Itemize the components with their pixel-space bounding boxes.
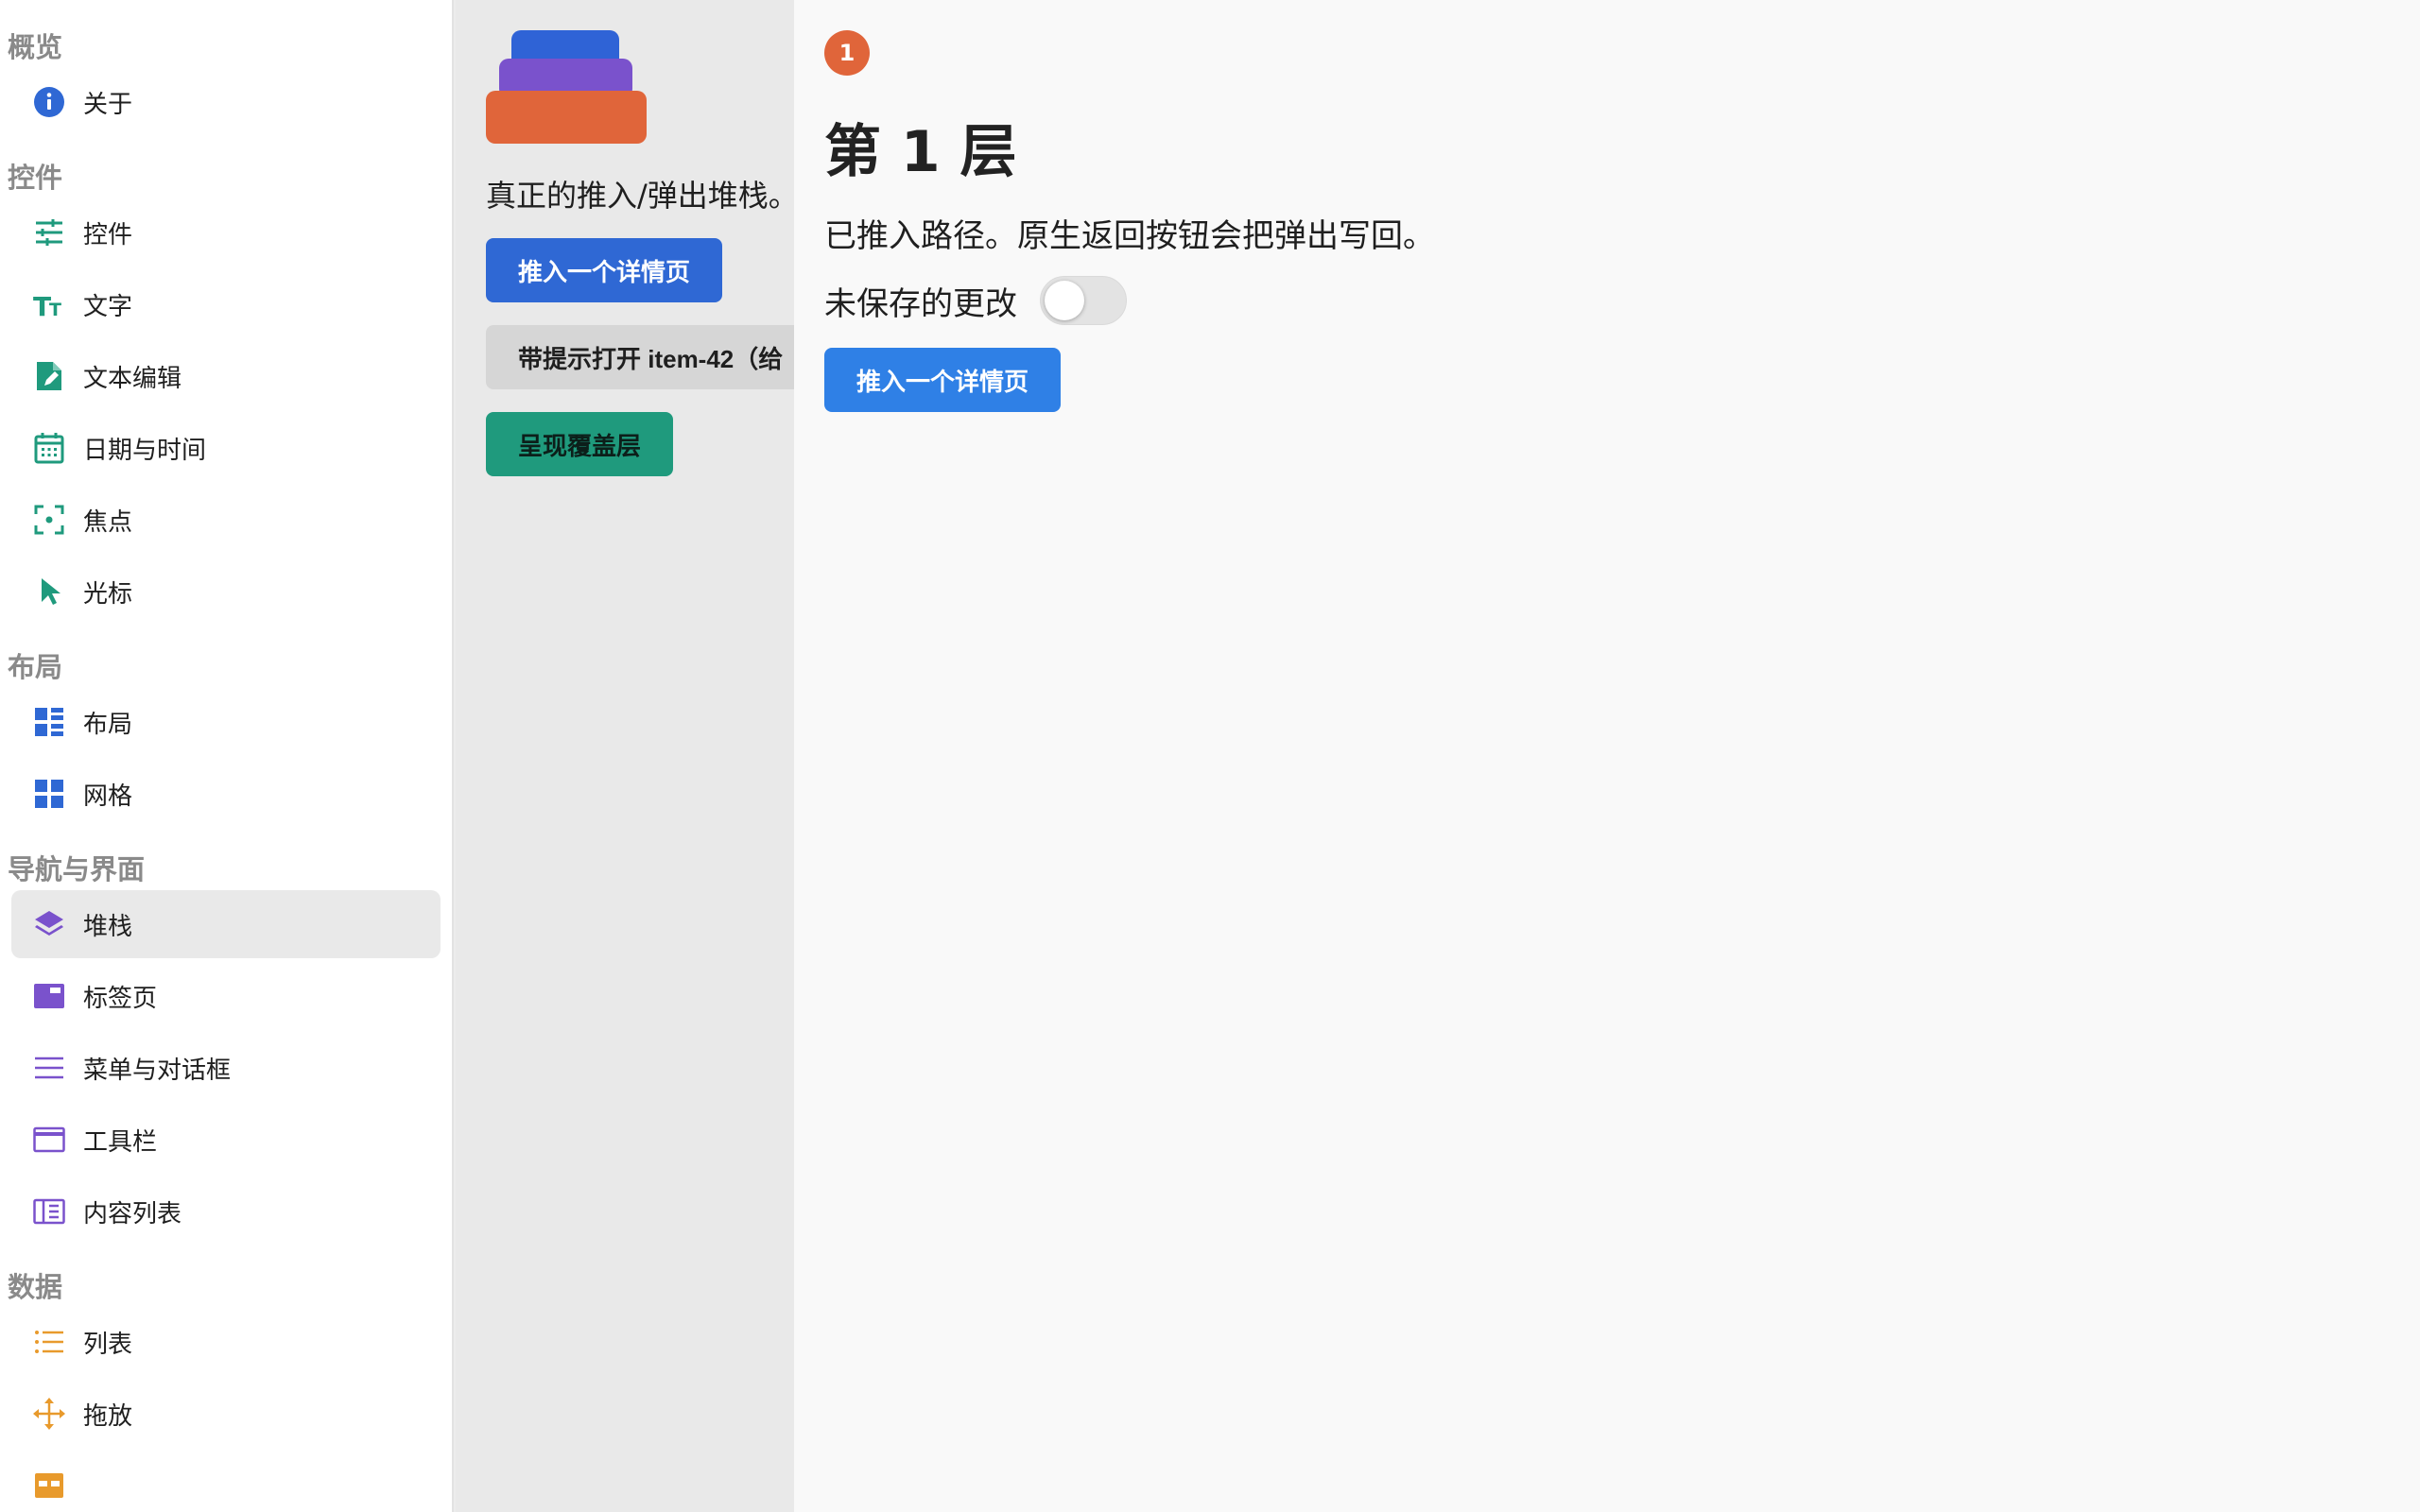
sidebar-item-label: 关于 <box>83 90 133 119</box>
svg-text:T: T <box>49 300 61 318</box>
document-edit-icon <box>32 359 66 393</box>
text-size-icon: TT <box>32 287 66 321</box>
table-icon <box>32 1469 66 1503</box>
page-description: 真正的推入/弹出堆栈。 <box>486 178 794 214</box>
sidebar-item-label: 工具栏 <box>83 1127 158 1157</box>
sidebar-item-toolbar[interactable]: 工具栏 <box>11 1106 441 1174</box>
stack-illustration <box>486 30 647 146</box>
stack-layer-bottom <box>486 91 647 144</box>
section-header-navigation: 导航与界面 <box>8 853 146 885</box>
section-header-data: 数据 <box>8 1271 63 1303</box>
info-icon <box>32 85 66 119</box>
sidebar-item-list[interactable]: 列表 <box>11 1308 441 1376</box>
move-icon <box>32 1397 66 1431</box>
toolbar-icon <box>32 1123 66 1157</box>
push-detail-button[interactable]: 推入一个详情页 <box>824 348 1061 412</box>
sidebar-item-label: 控件 <box>83 220 133 249</box>
sidebar-item-label: 日期与时间 <box>83 436 207 465</box>
sidebar-item-text-edit[interactable]: 文本编辑 <box>11 342 441 410</box>
sidebar-item-menus-dialogs[interactable]: 菜单与对话框 <box>11 1034 441 1102</box>
toggle-knob <box>1045 281 1084 320</box>
layers-icon <box>32 907 66 941</box>
sidebar-item-label: 标签页 <box>83 984 158 1013</box>
grid-icon <box>32 777 66 811</box>
sidebar-item-tabs[interactable]: 标签页 <box>11 962 441 1030</box>
sidebar-item-label: 拖放 <box>83 1401 133 1431</box>
open-with-hint-button[interactable]: 带提示打开 item-42（给 <box>486 325 794 389</box>
sidebar-item-text[interactable]: TT 文字 <box>11 270 441 338</box>
section-header-layout: 布局 <box>8 651 63 683</box>
sidebar-item-about[interactable]: 关于 <box>11 68 441 136</box>
sliders-icon <box>32 215 66 249</box>
sidebar-item-grid[interactable]: 网格 <box>11 760 441 828</box>
sidebar-item-table[interactable] <box>11 1452 441 1512</box>
section-header-controls: 控件 <box>8 162 63 194</box>
layer-badge: 1 <box>824 30 870 76</box>
sidebar-item-label: 菜单与对话框 <box>83 1056 232 1085</box>
sidebar-item-layout[interactable]: 布局 <box>11 688 441 756</box>
sidebar-item-label: 文本编辑 <box>83 364 182 393</box>
sidebar-item-label: 内容列表 <box>83 1199 182 1228</box>
sidebar-item-drag-drop[interactable]: 拖放 <box>11 1380 441 1448</box>
stack-demo-page: 真正的推入/弹出堆栈。 推入一个详情页 带提示打开 item-42（给 呈现覆盖… <box>456 0 794 1512</box>
app-window: 概览 关于 控件 控件 TT 文字 文本编辑 日期与时间 焦点 光标 布局 布局… <box>0 0 2420 1512</box>
page-title: 第 1 层 <box>824 119 1017 185</box>
list-icon <box>32 1325 66 1359</box>
sidebar-item-label: 列表 <box>83 1330 133 1359</box>
unsaved-changes-toggle[interactable] <box>1040 276 1127 325</box>
sidebar-item-date-time[interactable]: 日期与时间 <box>11 414 441 482</box>
sidebar-item-content-list[interactable]: 内容列表 <box>11 1177 441 1246</box>
layout-icon <box>32 705 66 739</box>
sidebar-item-label: 布局 <box>83 710 133 739</box>
unsaved-changes-row: 未保存的更改 <box>824 274 1127 327</box>
sidebar-item-label: 文字 <box>83 292 133 321</box>
cursor-icon <box>32 575 66 609</box>
content-list-icon <box>32 1194 66 1228</box>
section-header-overview: 概览 <box>8 31 63 63</box>
sidebar-item-label: 焦点 <box>83 507 133 537</box>
present-overlay-button[interactable]: 呈现覆盖层 <box>486 412 673 476</box>
detail-description: 已推入路径。原生返回按钮会把弹出写回。 <box>824 217 1435 255</box>
sidebar-item-controls[interactable]: 控件 <box>11 198 441 266</box>
sidebar-item-label: 堆栈 <box>83 912 133 941</box>
menu-icon <box>32 1051 66 1085</box>
sidebar-item-label: 网格 <box>83 782 133 811</box>
sidebar-item-focus[interactable]: 焦点 <box>11 486 441 554</box>
unsaved-changes-label: 未保存的更改 <box>824 284 1017 323</box>
detail-page: 1 第 1 层 已推入路径。原生返回按钮会把弹出写回。 未保存的更改 推入一个详… <box>794 0 2420 1512</box>
calendar-icon <box>32 431 66 465</box>
push-detail-button[interactable]: 推入一个详情页 <box>486 238 722 302</box>
sidebar-item-stack[interactable]: 堆栈 <box>11 890 441 958</box>
focus-icon <box>32 503 66 537</box>
sidebar: 概览 关于 控件 控件 TT 文字 文本编辑 日期与时间 焦点 光标 布局 布局… <box>0 0 454 1512</box>
sidebar-item-cursor[interactable]: 光标 <box>11 558 441 626</box>
sidebar-item-label: 光标 <box>83 579 133 609</box>
tabs-icon <box>32 979 66 1013</box>
